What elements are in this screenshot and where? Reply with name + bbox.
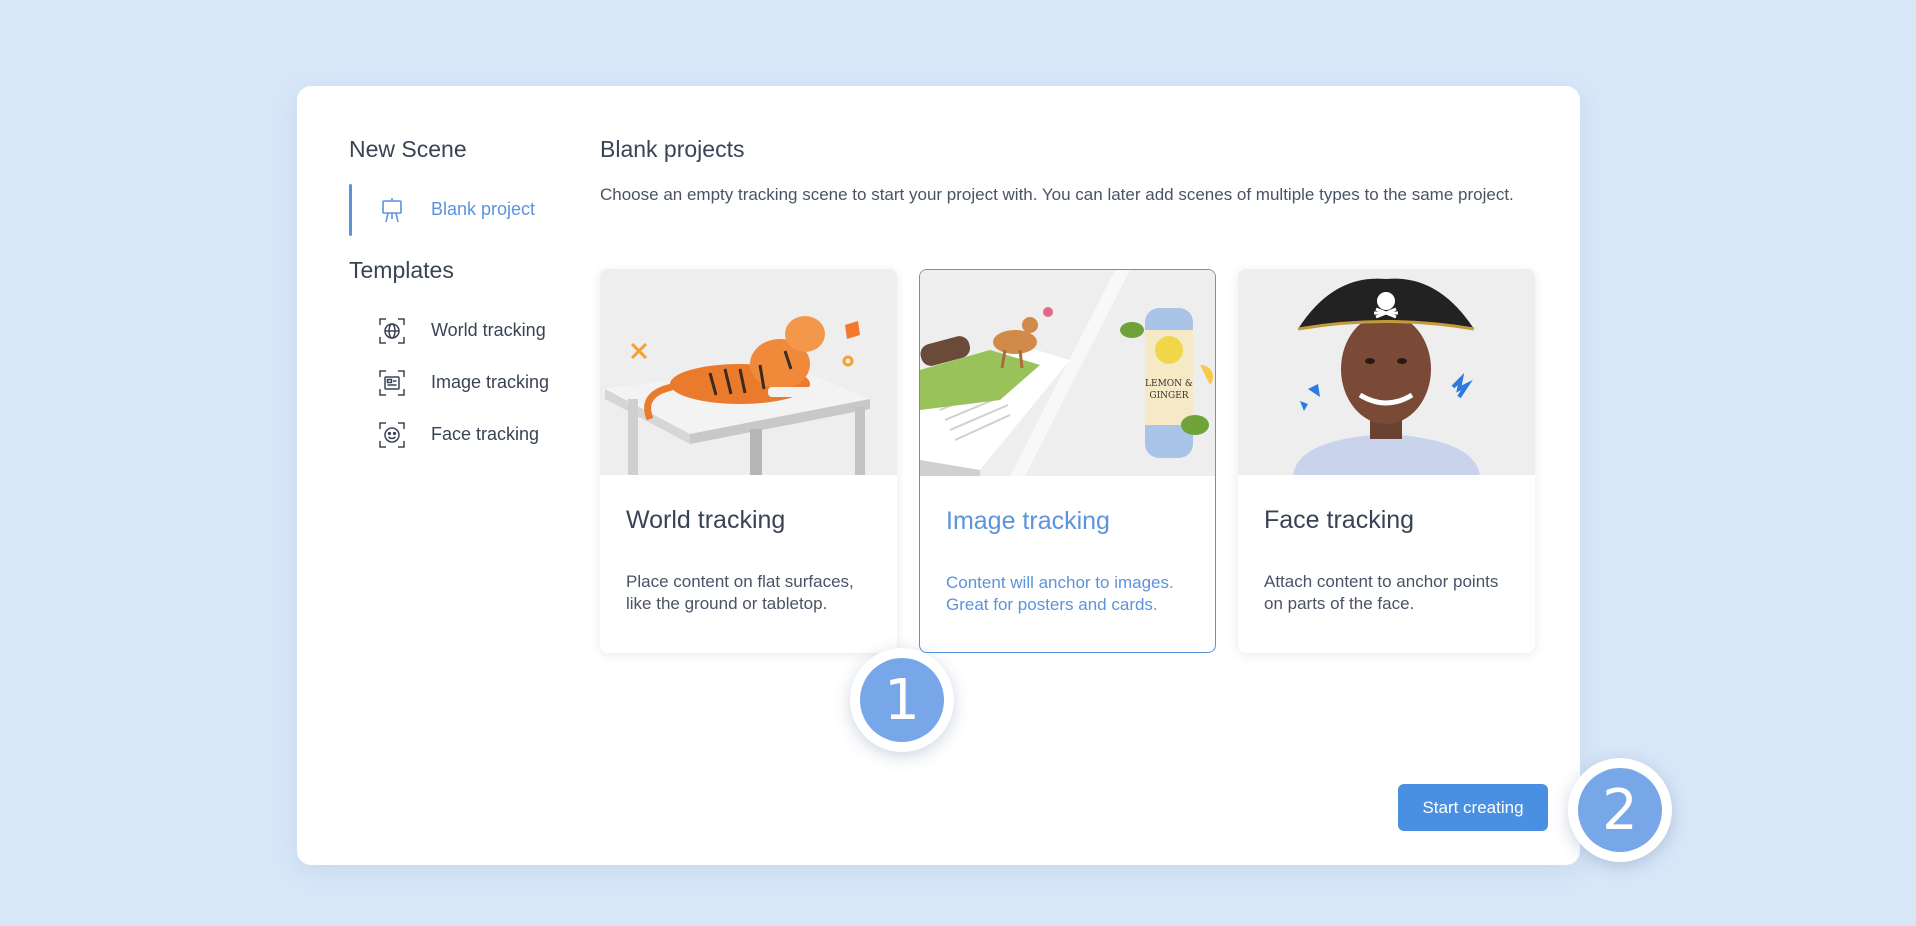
templates-heading: Templates bbox=[349, 257, 454, 283]
sidebar-item-image-tracking[interactable]: Image tracking bbox=[349, 357, 569, 409]
card-description: Place content on flat surfaces, like the… bbox=[626, 572, 854, 613]
card-world-tracking[interactable]: World tracking Place content on flat sur… bbox=[600, 269, 897, 653]
sidebar-item-world-tracking[interactable]: World tracking bbox=[349, 305, 569, 357]
step-number: 2 bbox=[1578, 768, 1662, 852]
sidebar-item-blank-project[interactable]: Blank project bbox=[349, 184, 569, 236]
card-title: World tracking bbox=[626, 506, 786, 534]
face-tracking-image bbox=[1238, 269, 1535, 475]
sidebar-item-label: World tracking bbox=[431, 320, 546, 340]
step-badge-1: 1 bbox=[850, 648, 954, 752]
new-scene-dialog: New Scene Blank project Templates World … bbox=[297, 86, 1580, 865]
face-icon bbox=[378, 421, 406, 449]
card-description: Content will anchor to images. Great for… bbox=[946, 573, 1174, 614]
sidebar-item-label: Face tracking bbox=[431, 424, 540, 444]
image-icon bbox=[378, 369, 406, 397]
card-title: Image tracking bbox=[946, 507, 1110, 535]
step-number: 1 bbox=[860, 658, 944, 742]
sidebar-item-face-tracking[interactable]: Face tracking bbox=[349, 409, 569, 461]
sidebar-item-label: Blank project bbox=[431, 199, 536, 219]
world-tracking-image bbox=[600, 269, 897, 475]
new-scene-heading: New Scene bbox=[349, 136, 467, 162]
step-badge-2: 2 bbox=[1568, 758, 1672, 862]
card-description: Attach content to anchor points on parts… bbox=[1264, 572, 1499, 613]
content-title: Blank projects bbox=[600, 136, 745, 162]
globe-icon bbox=[378, 317, 406, 345]
start-creating-button[interactable]: Start creating bbox=[1398, 784, 1548, 831]
card-title: Face tracking bbox=[1264, 506, 1415, 534]
can-label-text: LEMON & bbox=[1145, 379, 1193, 389]
card-face-tracking[interactable]: Face tracking Attach content to anchor p… bbox=[1238, 269, 1535, 653]
card-image-tracking[interactable]: LEMON & GINGER Image tracking Content wi… bbox=[919, 269, 1216, 653]
image-tracking-image: LEMON & GINGER bbox=[920, 270, 1215, 476]
sidebar-item-label: Image tracking bbox=[431, 372, 550, 392]
can-label-text: GINGER bbox=[1149, 391, 1188, 401]
easel-icon bbox=[378, 196, 406, 224]
content-description: Choose an empty tracking scene to start … bbox=[600, 185, 1514, 204]
